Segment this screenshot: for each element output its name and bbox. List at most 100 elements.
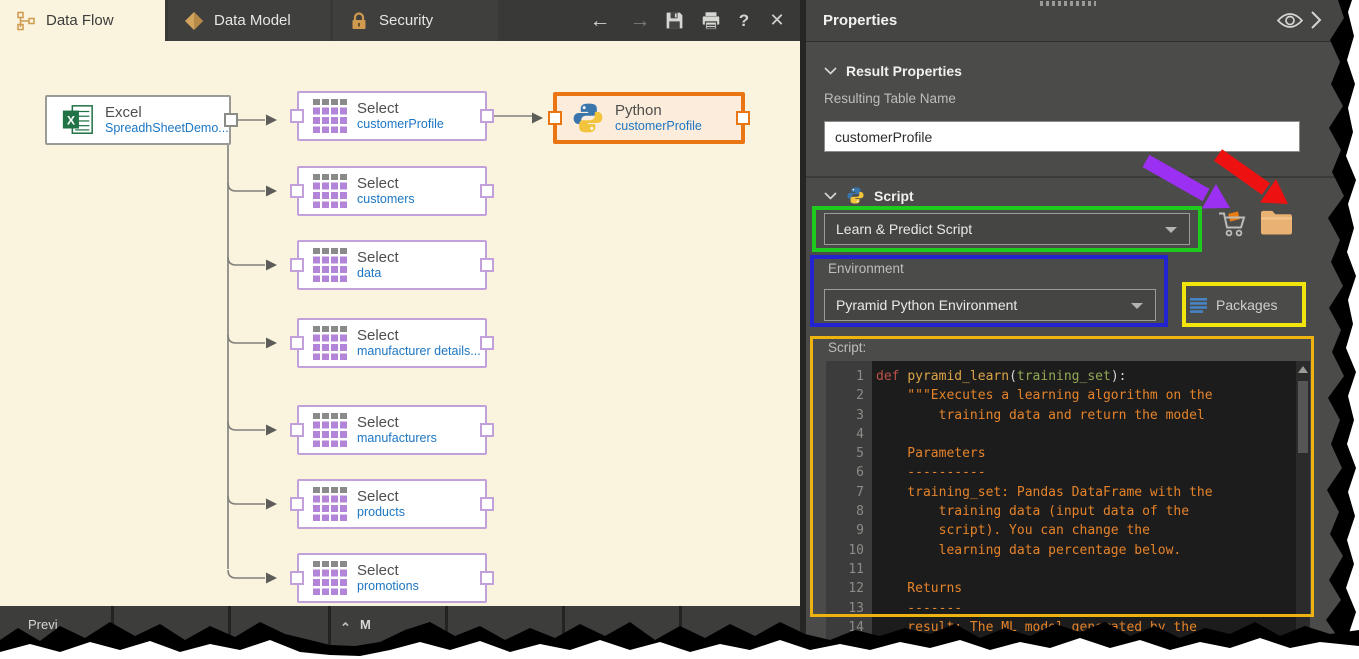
panel-title: Properties: [823, 12, 897, 29]
node-select-customers[interactable]: Select customers: [297, 166, 487, 216]
eye-icon[interactable]: [1276, 10, 1304, 31]
node-title: Excel: [105, 104, 229, 121]
drag-handle-dots[interactable]: [1040, 1, 1096, 6]
code-scrollbar[interactable]: [1296, 361, 1310, 659]
node-title: Select: [357, 414, 437, 431]
node-subtitle: manufacturer details...: [357, 344, 481, 359]
marketplace-cart-icon[interactable]: [1216, 205, 1250, 242]
input-port[interactable]: [290, 336, 304, 350]
output-port[interactable]: [480, 258, 494, 272]
scrollbar-thumb[interactable]: [1298, 381, 1308, 453]
lock-icon: [349, 11, 369, 31]
script-label: Script:: [828, 340, 866, 355]
node-subtitle: data: [357, 266, 399, 281]
code-line: 14 result: The ML model generated by the: [826, 618, 1296, 637]
tab-label: Data Model: [214, 12, 291, 29]
tab-label: Security: [379, 12, 433, 29]
code-line: 10 learning data percentage below.: [826, 541, 1296, 560]
select-grid-icon: [313, 561, 347, 595]
tab-label: Data Flow: [46, 12, 114, 29]
code-line: 1def pyramid_learn(training_set):: [826, 367, 1296, 386]
select-grid-icon: [313, 413, 347, 447]
tab-security[interactable]: Security: [333, 0, 498, 41]
node-select-data[interactable]: Select data: [297, 240, 487, 290]
node-python-customerprofile[interactable]: Python customerProfile: [553, 92, 745, 144]
dropdown-value: Pyramid Python Environment: [836, 297, 1017, 313]
data-model-icon: [184, 11, 204, 31]
section-title: Result Properties: [846, 63, 962, 79]
result-properties-section-header[interactable]: Result Properties: [824, 63, 962, 79]
code-line: 9 script). You can change the: [826, 521, 1296, 540]
packages-button[interactable]: Packages: [1190, 289, 1302, 321]
bottom-tab-label-fragment[interactable]: Previ: [28, 617, 58, 632]
select-grid-icon: [313, 99, 347, 133]
node-text: Python customerProfile: [615, 102, 702, 134]
node-select-manufacturer-details[interactable]: Select manufacturer details...: [297, 318, 487, 368]
packages-label: Packages: [1216, 297, 1277, 313]
node-subtitle: promotions: [357, 579, 419, 594]
input-port[interactable]: [290, 571, 304, 585]
input-port[interactable]: [290, 423, 304, 437]
chevron-down-icon: [1165, 227, 1177, 233]
output-port[interactable]: [480, 497, 494, 511]
excel-icon: [61, 103, 95, 137]
node-select-promotions[interactable]: Select promotions: [297, 553, 487, 603]
scroll-up-arrow-icon[interactable]: [1298, 366, 1308, 373]
app-root: Data Flow Data Model Security ← → ? ✕: [0, 0, 1359, 659]
node-text: Select products: [357, 488, 405, 520]
code-line: 7 training_set: Pandas DataFrame with th…: [826, 483, 1296, 502]
node-select-products[interactable]: Select products: [297, 479, 487, 529]
output-port[interactable]: [480, 336, 494, 350]
bottom-panel-bar[interactable]: [0, 606, 806, 659]
input-port[interactable]: [290, 258, 304, 272]
section-divider: [806, 176, 1359, 178]
script-type-dropdown[interactable]: Learn & Predict Script: [824, 213, 1190, 245]
save-icon[interactable]: [658, 0, 690, 41]
code-line: 6 ----------: [826, 463, 1296, 482]
input-port[interactable]: [290, 184, 304, 198]
input-port[interactable]: [290, 497, 304, 511]
bottom-tab-label-fragment[interactable]: M: [360, 617, 371, 632]
resulting-table-name-input[interactable]: [824, 121, 1300, 152]
bottom-bar-divider: [562, 606, 565, 659]
output-port[interactable]: [480, 184, 494, 198]
output-port[interactable]: [480, 571, 494, 585]
code-line: 4: [826, 425, 1296, 444]
forward-arrow-icon[interactable]: →: [625, 0, 655, 41]
back-arrow-icon[interactable]: ←: [585, 0, 615, 41]
output-port[interactable]: [480, 423, 494, 437]
node-subtitle: customerProfile: [615, 119, 702, 134]
output-port[interactable]: [736, 111, 750, 125]
close-icon[interactable]: ✕: [762, 0, 792, 41]
help-icon[interactable]: ?: [731, 0, 757, 41]
data-flow-canvas[interactable]: Excel SpreadhSheetDemo... Select custome…: [0, 41, 806, 606]
output-port[interactable]: [224, 113, 238, 127]
chevron-down-icon: [1131, 303, 1143, 309]
node-subtitle: products: [357, 505, 405, 520]
node-title: Select: [357, 562, 419, 579]
node-title: Select: [357, 488, 405, 505]
node-excel-source[interactable]: Excel SpreadhSheetDemo...: [45, 95, 231, 145]
environment-dropdown[interactable]: Pyramid Python Environment: [824, 289, 1156, 321]
data-flow-icon: [16, 11, 36, 31]
chevron-right-icon[interactable]: [1308, 9, 1324, 31]
output-port[interactable]: [480, 109, 494, 123]
select-grid-icon: [313, 487, 347, 521]
collapse-chevron-icon[interactable]: ⌃: [340, 620, 351, 636]
input-port[interactable]: [548, 111, 562, 125]
node-text: Select promotions: [357, 562, 419, 594]
chevron-down-icon: [824, 192, 837, 200]
python-icon: [846, 186, 865, 205]
bottom-bar-divider: [328, 606, 331, 659]
tab-data-flow[interactable]: Data Flow: [0, 0, 165, 41]
code-line: 11: [826, 560, 1296, 579]
code-line: 13 -------: [826, 599, 1296, 618]
node-text: Excel SpreadhSheetDemo...: [105, 104, 229, 136]
node-select-manufacturers[interactable]: Select manufacturers: [297, 405, 487, 455]
node-select-customerprofile[interactable]: Select customerProfile: [297, 91, 487, 141]
open-folder-icon[interactable]: [1258, 205, 1295, 239]
tab-data-model[interactable]: Data Model: [168, 0, 330, 41]
script-section-header[interactable]: Script: [824, 186, 914, 205]
input-port[interactable]: [290, 109, 304, 123]
print-icon[interactable]: [694, 0, 728, 41]
